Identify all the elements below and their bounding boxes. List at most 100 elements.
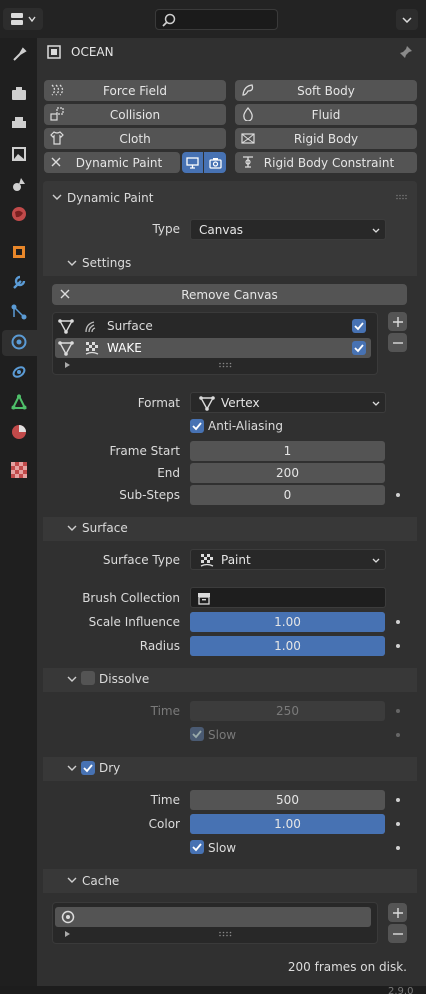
object-tab-icon[interactable] (11, 244, 27, 260)
soft-body-button[interactable]: Soft Body (235, 80, 417, 101)
options-dropdown[interactable] (396, 9, 418, 30)
close-icon (51, 157, 61, 167)
fluid-button[interactable]: Fluid (235, 104, 417, 125)
force-field-icon (50, 83, 64, 97)
chevron-down-icon (372, 558, 380, 563)
keyframe-dot[interactable] (396, 822, 400, 826)
constraints-tab-icon[interactable] (11, 364, 27, 380)
type-dropdown[interactable]: Canvas (190, 219, 386, 240)
anti-aliasing-checkbox[interactable] (190, 419, 204, 433)
particles-tab-icon[interactable] (11, 304, 27, 320)
rigid-body-button[interactable]: Rigid Body (235, 128, 417, 149)
chevron-down-icon (372, 401, 380, 406)
cloth-button[interactable]: Cloth (44, 128, 226, 149)
list-filter-expand-icon[interactable] (64, 930, 72, 938)
sub-steps-field[interactable]: 0 (190, 485, 385, 505)
add-cache-button[interactable] (388, 903, 407, 922)
drag-handle-icon[interactable] (396, 194, 408, 200)
surface-type-dropdown[interactable]: Paint (190, 549, 386, 570)
collision-button[interactable]: Collision (44, 104, 226, 125)
sub-steps-label: Sub-Steps (119, 488, 180, 502)
list-item[interactable]: Surface (55, 316, 371, 336)
chevron-down-icon (52, 194, 62, 200)
keyframe-dot[interactable] (396, 644, 400, 648)
remove-canvas-button[interactable]: Remove Canvas (52, 284, 407, 305)
anti-aliasing-label: Anti-Aliasing (208, 419, 283, 433)
physics-cache-icon (61, 910, 75, 924)
rigid-body-icon (241, 131, 255, 145)
dry-time-field[interactable]: 500 (190, 790, 385, 810)
dissolve-slow-checkbox[interactable] (190, 727, 204, 741)
physics-tab-icon[interactable] (11, 334, 27, 350)
dynamic-paint-remove-button[interactable]: Dynamic Paint (44, 152, 180, 173)
vertex-icon (199, 395, 215, 411)
show-in-render-toggle[interactable] (204, 152, 226, 173)
type-label: Type (152, 222, 180, 236)
tool-tab-icon[interactable] (11, 46, 27, 62)
data-tab-icon[interactable] (11, 394, 27, 410)
list-resize-handle[interactable] (219, 362, 233, 368)
brush-collection-label: Brush Collection (82, 591, 180, 605)
list-filter-expand-icon[interactable] (64, 361, 72, 369)
end-field[interactable]: 200 (190, 463, 385, 483)
format-dropdown[interactable]: Vertex (190, 392, 386, 413)
keyframe-dot[interactable] (396, 733, 400, 737)
vertex-icon (58, 318, 74, 334)
minus-icon (392, 338, 403, 348)
radius-slider[interactable]: 1.00 (190, 636, 385, 656)
dry-color-label: Color (148, 817, 180, 831)
cache-list-item[interactable] (55, 907, 371, 927)
scene-tab-icon[interactable] (11, 176, 27, 192)
surface-subpanel-title: Surface (82, 521, 128, 535)
collision-icon (50, 107, 64, 121)
modifier-tab-icon[interactable] (11, 274, 27, 290)
list-item-selected[interactable]: WAKE (55, 338, 371, 358)
surface-name: Surface (107, 319, 153, 333)
cloth-shirt-icon (50, 131, 64, 145)
add-surface-button[interactable] (388, 312, 407, 331)
surface-type-label: Surface Type (102, 553, 180, 567)
surface-enabled-checkbox[interactable] (352, 341, 366, 355)
dry-slow-checkbox[interactable] (190, 840, 204, 854)
dissolve-time-field[interactable]: 250 (190, 701, 385, 721)
show-in-viewport-toggle[interactable] (182, 152, 203, 173)
world-tab-icon[interactable] (11, 206, 27, 222)
editor-type-dropdown[interactable] (3, 8, 43, 30)
rigid-body-constraint-button[interactable]: Rigid Body Constraint (235, 152, 417, 173)
remove-surface-button[interactable] (388, 333, 407, 352)
keyframe-dot[interactable] (396, 846, 400, 850)
close-icon (60, 289, 70, 299)
force-field-button[interactable]: Force Field (44, 80, 226, 101)
material-tab-icon[interactable] (11, 424, 27, 440)
dynamic-paint-panel-title: Dynamic Paint (67, 191, 154, 205)
chevron-down-icon (28, 16, 36, 22)
format-label: Format (137, 396, 180, 410)
end-label: End (157, 466, 180, 480)
keyframe-dot[interactable] (396, 709, 400, 713)
render-tab-icon[interactable] (11, 86, 27, 102)
minus-icon (392, 929, 403, 939)
keyframe-dot[interactable] (396, 620, 400, 624)
chevron-down-icon (67, 676, 77, 682)
plus-icon (392, 316, 403, 327)
dissolve-enabled-checkbox[interactable] (81, 671, 95, 685)
list-resize-handle[interactable] (219, 931, 233, 937)
dry-enabled-checkbox[interactable] (81, 761, 95, 775)
brush-collection-field[interactable] (190, 587, 386, 608)
search-input[interactable] (155, 9, 278, 30)
keyframe-dot[interactable] (396, 798, 400, 802)
pin-icon[interactable] (399, 45, 413, 59)
surface-enabled-checkbox[interactable] (352, 319, 366, 333)
status-bar: 2.9.0 (0, 986, 426, 994)
frame-start-label: Frame Start (109, 444, 180, 458)
texture-tab-icon[interactable] (11, 462, 27, 478)
settings-subpanel-title: Settings (82, 256, 132, 270)
scale-influence-slider[interactable]: 1.00 (190, 612, 385, 632)
dry-color-slider[interactable]: 1.00 (190, 814, 385, 834)
view-layer-tab-icon[interactable] (11, 146, 27, 162)
keyframe-dot[interactable] (396, 493, 400, 497)
properties-editor-icon (10, 12, 24, 26)
frame-start-field[interactable]: 1 (190, 441, 385, 461)
output-tab-icon[interactable] (11, 116, 27, 132)
remove-cache-button[interactable] (388, 924, 407, 943)
